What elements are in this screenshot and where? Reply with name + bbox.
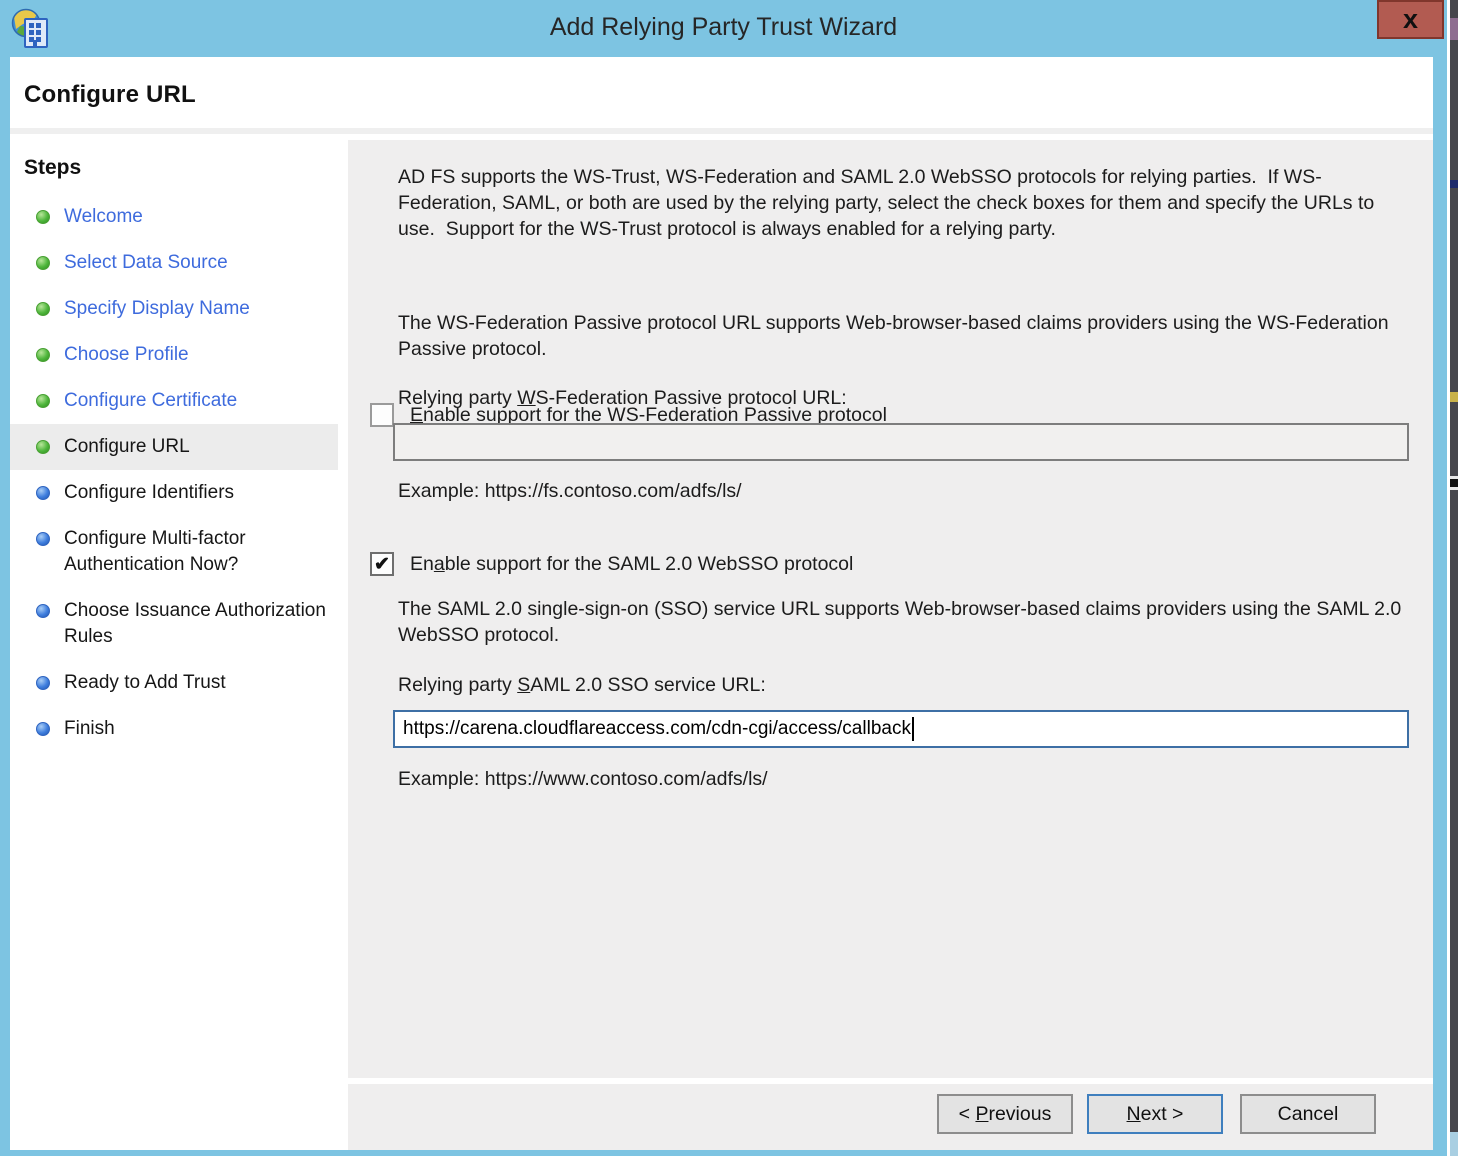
saml-description: The SAML 2.0 single-sign-on (SSO) servic… [398,596,1413,648]
step-status-icon [36,394,50,408]
background-window-edge [1447,0,1458,1156]
step-label: Welcome [64,204,143,230]
intro-text: AD FS supports the WS-Trust, WS-Federati… [398,164,1413,242]
window-title: Add Relying Party Trust Wizard [0,0,1447,57]
step-label: Choose Profile [64,342,189,368]
step-label: Configure Certificate [64,388,237,414]
previous-button[interactable]: < Previous [937,1094,1073,1134]
saml-url-input[interactable]: https://carena.cloudflareaccess.com/cdn-… [393,710,1409,748]
sidebar-step-item: Configure URL [10,424,338,470]
close-icon[interactable]: x [1377,0,1444,39]
step-status-icon [36,302,50,316]
sidebar-step-item[interactable]: Specify Display Name [10,286,338,332]
wsfed-description: The WS-Federation Passive protocol URL s… [398,310,1413,362]
step-label: Specify Display Name [64,296,250,322]
sidebar-step-item[interactable]: Choose Profile [10,332,338,378]
button-bar: < Previous Next > Cancel [348,1084,1433,1150]
text-cursor [912,717,914,741]
background-artifact [1450,180,1458,188]
sidebar-step-item: Ready to Add Trust [10,660,338,706]
step-label: Finish [64,716,115,742]
step-status-icon [36,486,50,500]
background-artifact [1450,476,1458,490]
wsfed-checkbox[interactable] [370,403,394,427]
background-artifact [1450,392,1458,402]
step-label: Select Data Source [64,250,228,276]
step-status-icon [36,722,50,736]
main-content: AD FS supports the WS-Trust, WS-Federati… [348,140,1433,1078]
sidebar-step-item: Choose Issuance Authorization Rules [10,588,338,660]
step-status-icon [36,256,50,270]
sidebar-step-item: Configure Identifiers [10,470,338,516]
step-status-icon [36,440,50,454]
sidebar-step-item[interactable]: Select Data Source [10,240,338,286]
sidebar-step-item: Configure Multi-factor Authentication No… [10,516,338,588]
sidebar-step-item[interactable]: Configure Certificate [10,378,338,424]
title-bar[interactable]: Add Relying Party Trust Wizard x [0,0,1447,57]
wsfed-example-text: Example: https://fs.contoso.com/adfs/ls/ [398,480,742,503]
saml-url-label: Relying party SAML 2.0 SSO service URL: [398,674,766,697]
screen: Add Relying Party Trust Wizard x Configu… [0,0,1458,1156]
step-label: Configure URL [64,434,190,460]
step-status-icon [36,532,50,546]
background-artifact [1450,18,1458,40]
step-label: Ready to Add Trust [64,670,226,696]
sidebar-step-item: Finish [10,706,338,752]
next-button[interactable]: Next > [1087,1094,1223,1134]
saml-checkbox-label: Enable support for the SAML 2.0 WebSSO p… [410,553,853,576]
step-label: Choose Issuance Authorization Rules [64,598,330,650]
page-title: Configure URL [24,81,196,109]
steps-sidebar: Steps Welcome Select Data Source Specify… [10,140,338,1150]
wsfed-url-label: Relying party WS-Federation Passive prot… [398,387,847,410]
sidebar-step-item[interactable]: Welcome [10,194,338,240]
wizard-window: Add Relying Party Trust Wizard x Configu… [0,0,1447,1156]
step-label: Configure Identifiers [64,480,234,506]
step-status-icon [36,676,50,690]
window-border-right [1433,57,1447,1156]
cancel-button[interactable]: Cancel [1240,1094,1376,1134]
step-status-icon [36,210,50,224]
wsfed-url-input[interactable] [393,423,1409,461]
step-label: Configure Multi-factor Authentication No… [64,526,330,578]
window-border-left [0,57,10,1156]
window-border-bottom [0,1150,1447,1156]
saml-example-text: Example: https://www.contoso.com/adfs/ls… [398,768,768,791]
page-header: Configure URL [10,57,1433,134]
step-status-icon [36,348,50,362]
background-artifact [1450,1132,1458,1156]
saml-checkbox-row: ✔ Enable support for the SAML 2.0 WebSSO… [370,552,853,576]
saml-checkbox[interactable]: ✔ [370,552,394,576]
background-window-edge-dark [1450,0,1458,1132]
step-status-icon [36,604,50,618]
step-list: Welcome Select Data Source Specify Displ… [10,194,338,752]
steps-heading: Steps [10,150,338,194]
